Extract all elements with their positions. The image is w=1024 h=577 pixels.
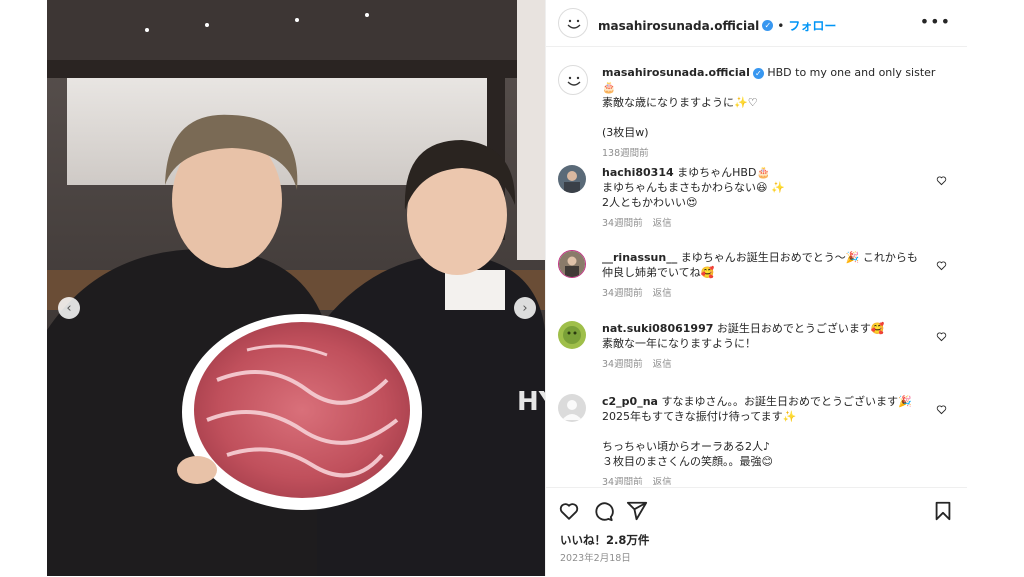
- reply-button[interactable]: 返信: [653, 288, 672, 299]
- commenter-avatar[interactable]: [558, 250, 586, 278]
- header-user-row: masahirosunada.official ✓ • フォロー: [598, 15, 836, 34]
- next-arrow-icon[interactable]: ›: [514, 297, 536, 319]
- profile-avatar[interactable]: [558, 8, 588, 38]
- post-photo[interactable]: HY: [47, 0, 545, 576]
- comment-body: nat.suki08061997 お誕生日おめでとうございます🥰 素敵な一年にな…: [602, 321, 942, 372]
- caption-body: masahirosunada.official ✓ HBD to my one a…: [602, 65, 942, 161]
- heart-icon[interactable]: [936, 175, 947, 186]
- likes-count[interactable]: いいね！2.8万件: [560, 532, 649, 548]
- comment-line: ちっちゃい頃からオーラある2人♪: [602, 440, 771, 453]
- default-avatar-icon: [562, 400, 582, 420]
- comment-line: 2025年もすてきな振付け待ってます✨: [602, 410, 797, 423]
- svg-text:HY: HY: [517, 387, 545, 417]
- verified-badge-icon: ✓: [752, 67, 764, 79]
- verified-badge-icon: ✓: [762, 20, 774, 31]
- reply-button[interactable]: 返信: [653, 359, 672, 370]
- heart-icon[interactable]: [936, 260, 947, 271]
- heart-icon[interactable]: [936, 331, 947, 342]
- comment-item: c2_p0_na すなまゆさん。。お誕生日おめでとうございます🎉 2025年もす…: [558, 394, 953, 485]
- comment-time: 34週間前: [602, 288, 643, 299]
- caption-line-3: (3枚目w): [602, 126, 649, 139]
- comment-line: 仲良し姉弟でいてね🥰: [602, 266, 715, 279]
- comment-username[interactable]: hachi80314: [602, 166, 674, 179]
- comment-line: すなまゆさん。。お誕生日おめでとうございます🎉: [661, 395, 912, 408]
- comment-line: まゆちゃんHBD🎂: [677, 166, 771, 179]
- more-options-icon[interactable]: •••: [920, 12, 951, 31]
- comment-item: nat.suki08061997 お誕生日おめでとうございます🥰 素敵な一年にな…: [558, 321, 953, 376]
- separator-dot: •: [777, 19, 785, 33]
- reply-button[interactable]: 返信: [653, 477, 672, 485]
- comment-line: まゆちゃんお誕生日おめでとう〜🎉 これからも: [680, 251, 918, 264]
- comment-body: c2_p0_na すなまゆさん。。お誕生日おめでとうございます🎉 2025年もす…: [602, 394, 942, 485]
- comment-line: 素敵な一年になりますように！: [602, 337, 756, 350]
- smile-logo-icon: [567, 19, 581, 29]
- comment-body: hachi80314 まゆちゃんHBD🎂 まゆちゃんもまさもかわらない😆 ✨ 2…: [602, 165, 942, 231]
- caption-avatar[interactable]: [558, 65, 588, 95]
- reply-button[interactable]: 返信: [653, 218, 672, 229]
- comment-blank-line: [602, 424, 942, 439]
- smile-logo-icon: [567, 76, 581, 86]
- comment-time: 34週間前: [602, 359, 643, 370]
- caption-username[interactable]: masahirosunada.official: [602, 66, 750, 79]
- prev-arrow-icon[interactable]: ‹: [58, 297, 80, 319]
- post-date: 2023年2月18日: [560, 553, 631, 564]
- caption-time: 138週間前: [602, 148, 649, 159]
- caption: masahirosunada.official ✓ HBD to my one a…: [558, 65, 953, 159]
- comment-line: まゆちゃんもまさもかわらない😆 ✨: [602, 181, 785, 194]
- follow-button[interactable]: フォロー: [788, 19, 836, 33]
- comment-line: ３枚目のまさくんの笑顔。。最強😊: [602, 455, 773, 468]
- comment-item: __rinassun__ まゆちゃんお誕生日おめでとう〜🎉 これからも 仲良し姉…: [558, 250, 953, 305]
- header-username[interactable]: masahirosunada.official: [598, 19, 759, 33]
- post-sidebar: masahirosunada.official ✓ • フォロー ••• masahi…: [545, 0, 967, 576]
- caption-line-2: 素敵な歳になりますように✨♡: [602, 96, 758, 109]
- comment-line: お誕生日おめでとうございます🥰: [716, 322, 885, 335]
- comment-body: __rinassun__ まゆちゃんお誕生日おめでとう〜🎉 これからも 仲良し姉…: [602, 250, 942, 301]
- commenter-avatar[interactable]: [558, 394, 586, 422]
- bookmark-icon[interactable]: [932, 500, 954, 522]
- commenter-avatar[interactable]: [558, 165, 586, 193]
- action-bar: いいね！2.8万件 2023年2月18日: [546, 487, 967, 577]
- comment-username[interactable]: __rinassun__: [602, 251, 677, 264]
- post-header: masahirosunada.official ✓ • フォロー •••: [546, 0, 967, 47]
- comment-item: hachi80314 まゆちゃんHBD🎂 まゆちゃんもまさもかわらない😆 ✨ 2…: [558, 165, 953, 235]
- comment-time: 34週間前: [602, 218, 643, 229]
- comment-line: 2人ともかわいい😍: [602, 196, 698, 209]
- heart-icon[interactable]: [936, 404, 947, 415]
- heart-icon[interactable]: [558, 500, 580, 522]
- comments-list[interactable]: masahirosunada.official ✓ HBD to my one a…: [546, 47, 967, 485]
- comment-icon[interactable]: [592, 500, 614, 522]
- share-icon[interactable]: [626, 500, 648, 522]
- comment-username[interactable]: c2_p0_na: [602, 395, 658, 408]
- comment-username[interactable]: nat.suki08061997: [602, 322, 713, 335]
- comment-time: 34週間前: [602, 477, 643, 485]
- commenter-avatar[interactable]: [558, 321, 586, 349]
- photo-illustration: HY: [47, 0, 545, 576]
